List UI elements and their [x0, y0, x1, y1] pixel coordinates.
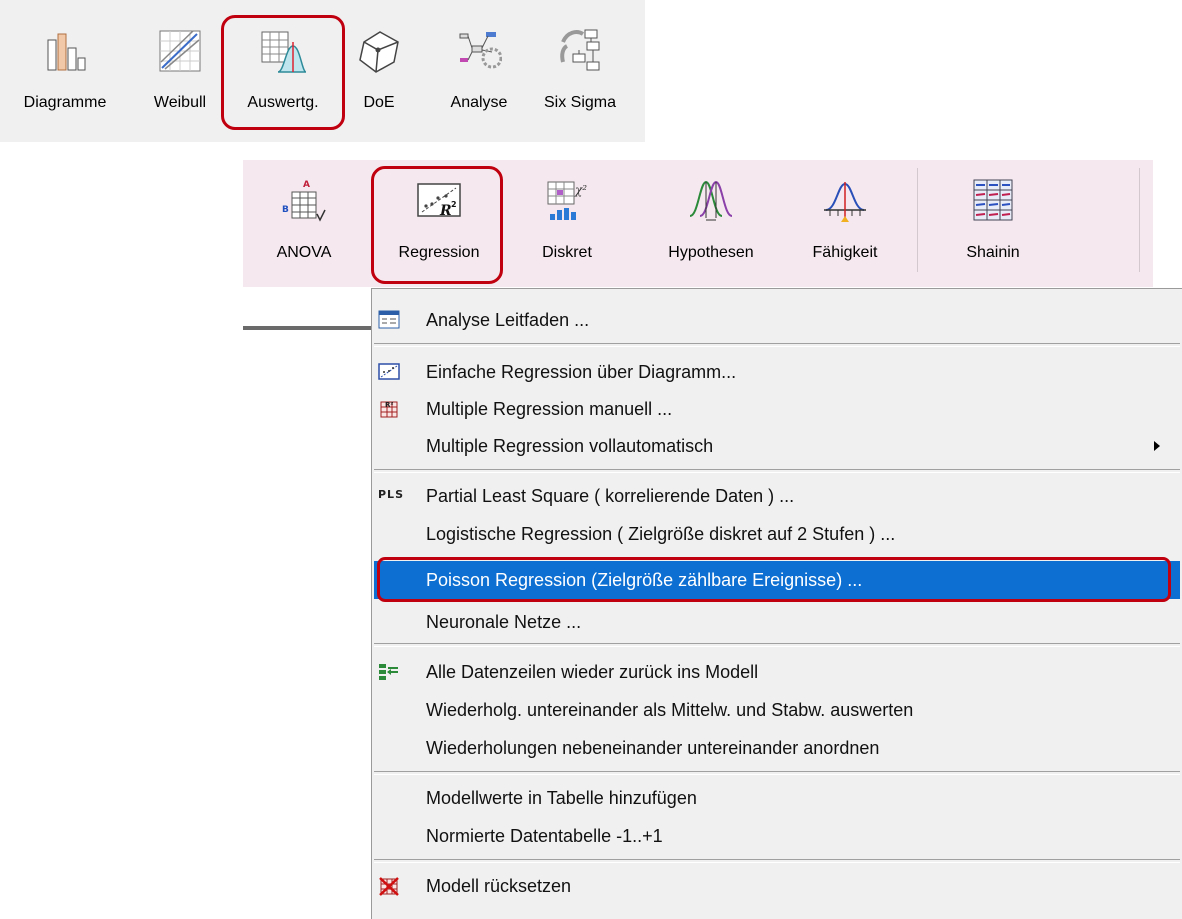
menu-separator [374, 469, 1180, 473]
menu-item-multiple-regression-manuell[interactable]: R² Multiple Regression manuell ... [374, 390, 1180, 428]
bar-chart-icon [47, 33, 86, 71]
svg-text:R: R [439, 203, 452, 219]
menu-item-label: Multiple Regression manuell ... [426, 398, 673, 419]
menu-item-label: Analyse Leitfaden ... [426, 309, 590, 330]
shainin-button[interactable]: Shainin [943, 160, 1043, 287]
menu-item-label: Normierte Datentabelle -1..+1 [426, 825, 663, 846]
auswertung-button[interactable]: Auswertg. [226, 0, 340, 142]
ribbon-separator [917, 168, 918, 272]
menu-separator [374, 859, 1180, 863]
menu-item-label: Einfache Regression über Diagramm... [426, 361, 737, 382]
svg-text:A: A [303, 180, 310, 190]
doe-button[interactable]: DoE [348, 0, 410, 142]
menu-item-label: Wiederholg. untereinander als Mittelw. u… [426, 699, 914, 720]
menu-item-einfache-regression[interactable]: Einfache Regression über Diagramm... [374, 353, 1180, 391]
pls-icon: PLS [378, 488, 404, 501]
capability-curve-icon [824, 182, 866, 222]
diskret-label: Diskret [542, 244, 592, 261]
six-sigma-label: Six Sigma [543, 94, 617, 111]
regression-button[interactable]: R 2 Regression [377, 160, 501, 287]
menu-separator [374, 643, 1180, 647]
evaluation-ribbon: A B ANOVA R 2 Regression χ² Diskret Hypo… [243, 160, 1153, 287]
regression-menu: Analyse Leitfaden ... Einfache Regressio… [371, 288, 1182, 919]
doe-cube-icon [359, 31, 399, 73]
menu-item-normierte-datentabelle[interactable]: Normierte Datentabelle -1..+1 [374, 817, 1180, 855]
menu-item-alle-datenzeilen[interactable]: Alle Datenzeilen wieder zurück ins Model… [374, 653, 1180, 691]
regression-r2-icon: R 2 [417, 183, 461, 219]
svg-text:B: B [282, 205, 289, 215]
weibull-button[interactable]: Weibull [142, 0, 218, 142]
main-toolbar: Diagramme Weibull Auswertg. DoE Analyse … [0, 0, 645, 142]
faehigkeit-label: Fähigkeit [812, 244, 878, 261]
analysis-network-icon [459, 32, 502, 69]
menu-item-label: Alle Datenzeilen wieder zurück ins Model… [426, 661, 759, 682]
six-sigma-cycle-icon [560, 29, 600, 71]
menu-item-multiple-regression-vollautomatisch[interactable]: Multiple Regression vollautomatisch [374, 427, 1180, 465]
menu-item-label: Neuronale Netze ... [426, 611, 582, 632]
menu-item-partial-least-square[interactable]: PLS Partial Least Square ( korrelierende… [374, 477, 1180, 515]
menu-item-label: Wiederholungen nebeneinander untereinand… [426, 737, 880, 758]
chi-square-icon: χ² [547, 181, 587, 220]
evaluation-distribution-icon [261, 31, 306, 73]
menu-item-wiederholg-mittelwert[interactable]: Wiederholg. untereinander als Mittelw. u… [374, 691, 1180, 729]
menu-item-modellwerte-hinzufuegen[interactable]: Modellwerte in Tabelle hinzufügen [374, 779, 1180, 817]
six-sigma-button[interactable]: Six Sigma [528, 0, 632, 142]
analyse-label: Analyse [450, 94, 508, 111]
menu-item-analyse-leitfaden[interactable]: Analyse Leitfaden ... [374, 301, 1180, 339]
menu-item-label: Partial Least Square ( korrelierende Dat… [426, 485, 795, 506]
menu-item-label: Logistische Regression ( Zielgröße diskr… [426, 523, 896, 544]
svg-text:2: 2 [451, 200, 457, 209]
menu-item-modell-ruecksetzen[interactable]: Modell rücksetzen [374, 867, 1180, 905]
menu-separator [374, 343, 1180, 347]
submenu-arrow-icon [1154, 441, 1160, 451]
weibull-label: Weibull [153, 94, 207, 111]
anova-button[interactable]: A B ANOVA [265, 160, 343, 287]
menu-item-label: Modellwerte in Tabelle hinzufügen [426, 787, 697, 808]
shainin-grid-icon [973, 179, 1013, 221]
anova-label: ANOVA [276, 244, 332, 261]
hypothesis-distributions-icon [689, 180, 733, 221]
analyse-button[interactable]: Analyse [434, 0, 524, 142]
ribbon-underline [243, 326, 377, 330]
reset-model-icon [379, 877, 399, 896]
menu-item-wiederholungen-anordnen[interactable]: Wiederholungen nebeneinander untereinand… [374, 729, 1180, 767]
hypothesen-button[interactable]: Hypothesen [649, 160, 773, 287]
anova-table-icon: A B [282, 180, 326, 222]
guide-icon [378, 310, 400, 329]
diagramme-label: Diagramme [23, 94, 107, 111]
menu-item-label: Modell rücksetzen [426, 875, 572, 896]
svg-text:χ²: χ² [574, 183, 587, 197]
ribbon-separator [1139, 168, 1140, 272]
weibull-plot-icon [159, 30, 201, 72]
menu-item-label: Poisson Regression (Zielgröße zählbare E… [426, 569, 863, 590]
menu-item-poisson-regression[interactable]: Poisson Regression (Zielgröße zählbare E… [374, 561, 1180, 599]
menu-item-logistische-regression[interactable]: Logistische Regression ( Zielgröße diskr… [374, 515, 1180, 553]
multiple-regression-icon: R² [380, 401, 398, 418]
faehigkeit-button[interactable]: Fähigkeit [795, 160, 895, 287]
diagramme-button[interactable]: Diagramme [6, 0, 124, 142]
regression-label: Regression [398, 244, 480, 261]
restore-rows-icon [379, 664, 398, 680]
hypothesen-label: Hypothesen [668, 244, 754, 261]
svg-text:R²: R² [385, 401, 393, 409]
auswertung-label: Auswertg. [247, 94, 319, 111]
menu-item-label: Multiple Regression vollautomatisch [426, 435, 714, 456]
menu-separator [374, 771, 1180, 775]
menu-item-neuronale-netze[interactable]: Neuronale Netze ... [374, 603, 1180, 641]
simple-regression-icon [378, 363, 400, 380]
diskret-button[interactable]: χ² Diskret [525, 160, 609, 287]
shainin-label: Shainin [966, 244, 1020, 261]
doe-label: DoE [363, 94, 395, 111]
